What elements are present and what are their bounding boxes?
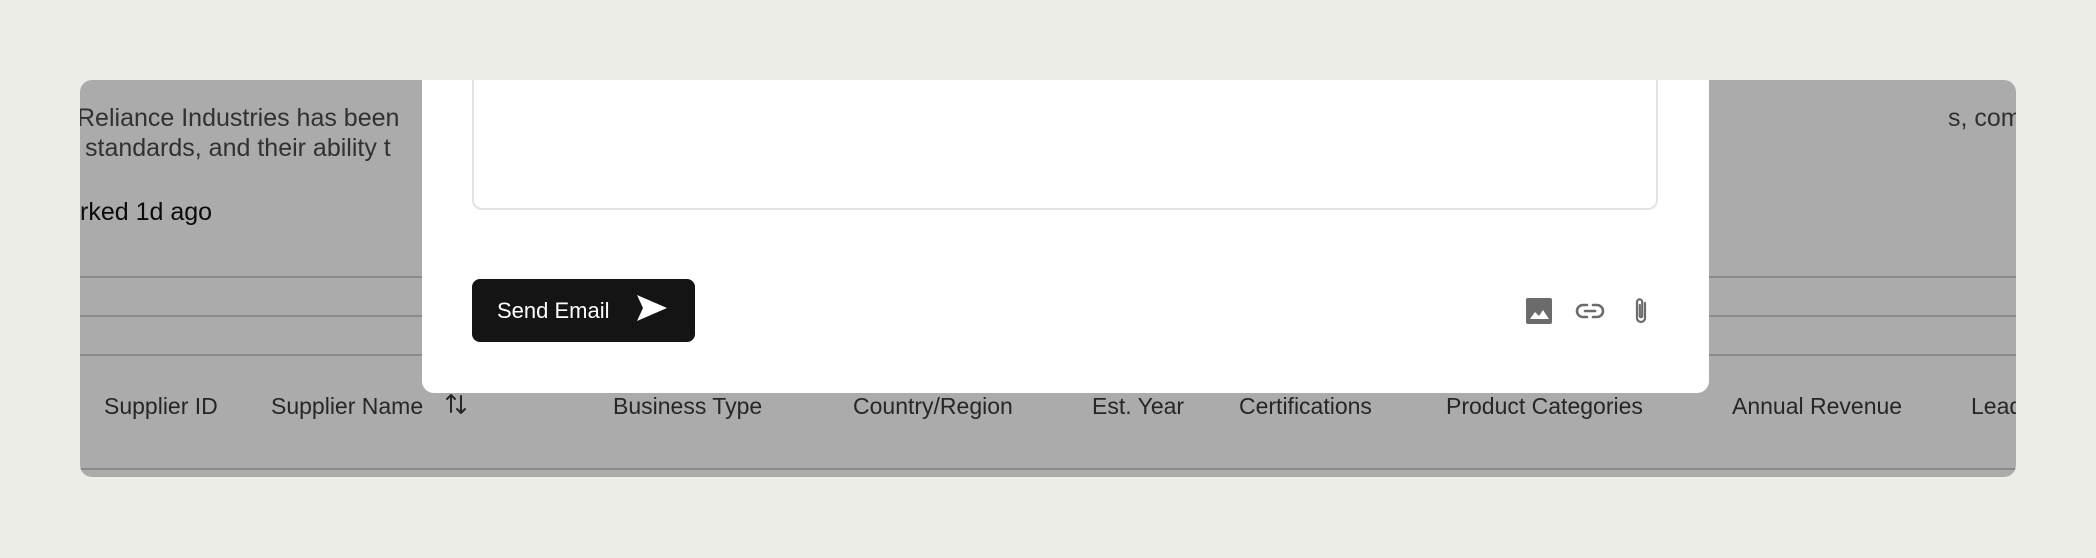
email-body-textarea[interactable] — [472, 80, 1658, 210]
send-email-label: Send Email — [497, 297, 610, 323]
paperclip-icon[interactable] — [1625, 295, 1657, 327]
app-frame: Reliance Industries has been s, complian… — [0, 0, 2096, 558]
send-email-button[interactable]: Send Email — [472, 279, 695, 342]
email-modal: Send Email — [422, 80, 1709, 393]
image-icon[interactable] — [1523, 295, 1555, 327]
link-icon[interactable] — [1574, 295, 1606, 327]
send-arrow-icon — [635, 293, 669, 329]
